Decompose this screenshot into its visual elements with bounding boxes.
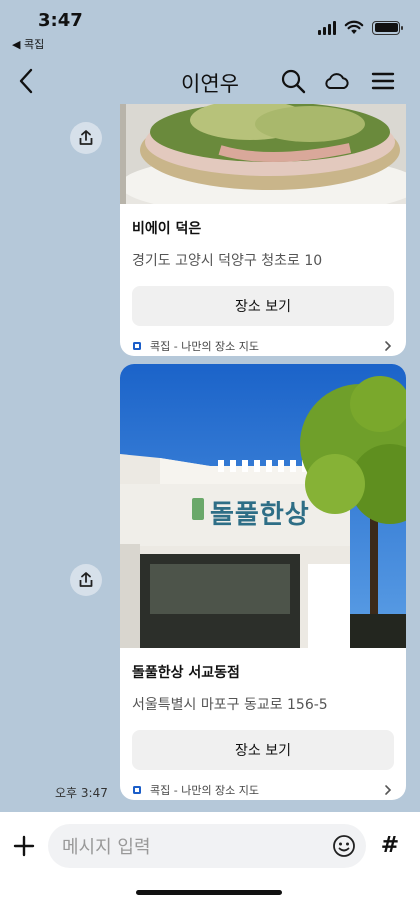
chat-area: 비에이 덕은 경기도 고양시 덕양구 청초로 10 장소 보기 콕집 - 나만의… [0, 104, 420, 812]
kokjip-logo-icon [133, 342, 141, 350]
chat-header: 이연우 [0, 58, 420, 104]
share-icon [79, 572, 93, 587]
source-label: 콕집 - 나만의 장소 지도 [150, 340, 260, 353]
source-link[interactable]: 콕집 - 나만의 장소 지도 [120, 782, 406, 798]
source-label: 콕집 - 나만의 장소 지도 [150, 784, 260, 797]
menu-icon[interactable] [368, 66, 398, 96]
share-button[interactable] [70, 564, 102, 596]
share-icon [79, 130, 93, 145]
back-to-app-link[interactable]: ◀ 콕집 [12, 36, 44, 52]
place-photo-storefront: 돌풀한상 [120, 364, 406, 648]
place-card[interactable]: 돌풀한상 돌풀한상 서교동점 서울특별시 마포구 동교로 156-5 장소 보기… [120, 364, 406, 800]
hashtag-search-icon[interactable]: # [376, 832, 404, 860]
status-time: 3:47 [38, 10, 83, 31]
system-icons [318, 20, 403, 35]
signal-icon [318, 20, 336, 35]
place-name: 돌풀한상 서교동점 [132, 665, 240, 681]
message-timestamp: 오후 3:47 [55, 786, 108, 800]
wifi-icon [344, 20, 364, 34]
message-input-bar: 메시지 입력 # [0, 812, 420, 910]
place-photo-food [120, 104, 406, 204]
share-button[interactable] [70, 122, 102, 154]
message-input[interactable]: 메시지 입력 [48, 824, 366, 868]
plus-icon[interactable] [10, 832, 38, 860]
search-icon[interactable] [278, 66, 308, 96]
view-place-button[interactable]: 장소 보기 [132, 286, 394, 326]
cloud-icon[interactable] [322, 66, 352, 96]
battery-icon [372, 20, 403, 35]
place-address: 경기도 고양시 덕양구 청초로 10 [132, 253, 323, 269]
message-input-placeholder: 메시지 입력 [62, 837, 151, 858]
source-link[interactable]: 콕집 - 나만의 장소 지도 [120, 338, 406, 354]
place-name: 비에이 덕은 [132, 221, 202, 237]
view-place-button[interactable]: 장소 보기 [132, 730, 394, 770]
home-indicator [136, 890, 282, 895]
kokjip-logo-icon [133, 786, 141, 794]
status-bar: 3:47 ◀ 콕집 [0, 0, 420, 58]
chat-title: 이연우 [181, 72, 239, 96]
chevron-right-icon [385, 341, 392, 351]
storefront-sign: 돌풀한상 [210, 500, 310, 530]
chevron-right-icon [385, 785, 392, 795]
place-card[interactable]: 비에이 덕은 경기도 고양시 덕양구 청초로 10 장소 보기 콕집 - 나만의… [120, 104, 406, 356]
place-address: 서울특별시 마포구 동교로 156-5 [132, 697, 328, 713]
emoji-icon[interactable] [332, 834, 356, 858]
